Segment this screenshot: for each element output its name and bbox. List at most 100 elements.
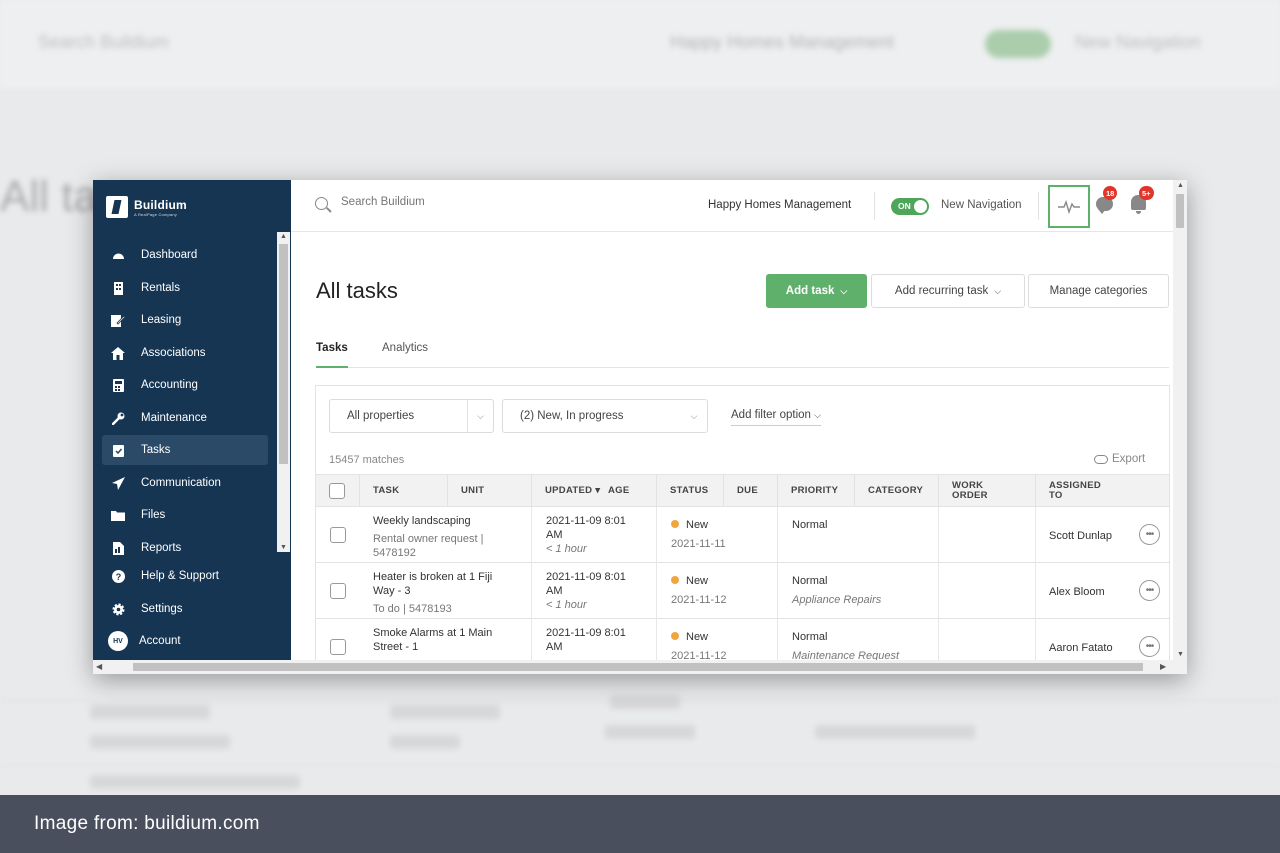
status-dot bbox=[671, 520, 679, 528]
sidebar-scrollbar[interactable]: ▲ ▼ bbox=[277, 232, 290, 552]
sidebar-item-reports[interactable]: Reports bbox=[102, 533, 268, 563]
column-header-work-order[interactable]: WORK ORDER bbox=[938, 475, 1035, 506]
sidebar-item-files[interactable]: Files bbox=[102, 500, 268, 530]
add-recurring-task-button[interactable]: Add recurring task ⌵ bbox=[871, 274, 1025, 308]
manage-categories-button[interactable]: Manage categories bbox=[1028, 274, 1169, 308]
sidebar-item-associations[interactable]: Associations bbox=[102, 338, 268, 368]
new-navigation-toggle[interactable]: ON bbox=[891, 198, 929, 215]
more-options-icon[interactable]: ••• bbox=[1139, 636, 1160, 657]
column-header-assigned-to[interactable]: ASSIGNED TO bbox=[1035, 475, 1169, 506]
table-header: TASK UNIT UPDATED ▾ AGE STATUS DUE PRIOR… bbox=[316, 474, 1169, 507]
scroll-right-arrow-icon[interactable]: ▶ bbox=[1160, 662, 1166, 671]
report-icon bbox=[111, 541, 125, 555]
task-subtitle: To do | 5478193 bbox=[373, 603, 452, 615]
priority-value: Normal bbox=[792, 631, 828, 643]
column-header-updated[interactable]: UPDATED ▾ bbox=[531, 475, 608, 506]
row-checkbox[interactable] bbox=[330, 639, 346, 655]
column-header-priority[interactable]: PRIORITY bbox=[777, 475, 854, 506]
updated-value: 2021-11-09 8:01 AM bbox=[546, 627, 626, 653]
scroll-down-arrow-icon[interactable]: ▼ bbox=[280, 544, 287, 551]
table-row[interactable]: Weekly landscaping Rental owner request … bbox=[316, 507, 1169, 563]
sidebar-item-settings[interactable]: Settings bbox=[102, 594, 268, 624]
bg-company-text: Happy Homes Management bbox=[670, 32, 895, 52]
top-bar: Happy Homes Management ON New Navigation… bbox=[291, 180, 1173, 232]
sidebar-item-label: Dashboard bbox=[141, 249, 198, 261]
scroll-up-arrow-icon[interactable]: ▲ bbox=[280, 233, 287, 240]
sidebar-item-help-support[interactable]: ? Help & Support bbox=[102, 561, 268, 591]
bg-new-navigation: New Navigation bbox=[1075, 32, 1202, 52]
status-select[interactable]: (2) New, In progress ⌵ bbox=[502, 399, 708, 433]
tab-analytics[interactable]: Analytics bbox=[382, 342, 428, 368]
scroll-down-arrow-icon[interactable]: ▼ bbox=[1177, 651, 1184, 658]
sidebar-item-dashboard[interactable]: Dashboard bbox=[102, 240, 268, 270]
sidebar-item-label: Settings bbox=[141, 603, 183, 615]
sidebar-item-communication[interactable]: Communication bbox=[102, 468, 268, 498]
scroll-left-arrow-icon[interactable]: ◀ bbox=[96, 662, 102, 671]
add-task-button[interactable]: Add task ⌵ bbox=[766, 274, 867, 308]
export-button[interactable]: Export bbox=[1094, 453, 1145, 465]
page-vertical-scrollbar[interactable]: ▲ ▼ bbox=[1173, 180, 1187, 660]
select-all-checkbox[interactable] bbox=[329, 482, 345, 499]
search-input[interactable] bbox=[341, 196, 601, 208]
chevron-down-icon: ⌵ bbox=[814, 410, 821, 420]
status-dot bbox=[671, 632, 679, 640]
company-name[interactable]: Happy Homes Management bbox=[708, 199, 851, 211]
priority-value: Normal bbox=[792, 519, 828, 531]
scroll-up-arrow-icon[interactable]: ▲ bbox=[1177, 182, 1184, 189]
image-caption-bar: Image from: buildium.com bbox=[0, 795, 1280, 853]
more-options-icon[interactable]: ••• bbox=[1139, 580, 1160, 601]
column-header-age[interactable]: AGE bbox=[608, 475, 656, 506]
bg-cell bbox=[90, 735, 230, 749]
sidebar-item-leasing[interactable]: Leasing bbox=[102, 305, 268, 335]
divider bbox=[1038, 192, 1039, 220]
scrollbar-thumb[interactable] bbox=[279, 244, 288, 464]
help-icon: ? bbox=[111, 569, 125, 583]
sidebar-item-rentals[interactable]: Rentals bbox=[102, 273, 268, 303]
tab-tasks[interactable]: Tasks bbox=[316, 342, 348, 368]
folder-icon bbox=[111, 508, 125, 522]
add-filter-option[interactable]: Add filter option ⌵ bbox=[731, 409, 821, 426]
sidebar-item-maintenance[interactable]: Maintenance bbox=[102, 403, 268, 433]
task-title[interactable]: Weekly landscaping bbox=[373, 514, 531, 528]
page-horizontal-scrollbar[interactable]: ◀ ▶ bbox=[93, 660, 1187, 674]
sidebar-item-account[interactable]: HV Account bbox=[102, 626, 268, 656]
bg-cell bbox=[390, 705, 500, 719]
work-order-cell bbox=[938, 507, 1035, 563]
category-value: Appliance Repairs bbox=[792, 594, 882, 606]
sort-down-icon: ▾ bbox=[595, 484, 601, 496]
more-options-icon[interactable]: ••• bbox=[1139, 524, 1160, 545]
sidebar-item-label: Tasks bbox=[141, 444, 171, 456]
column-header-due[interactable]: DUE bbox=[723, 475, 777, 506]
row-checkbox[interactable] bbox=[330, 583, 346, 599]
bg-cell bbox=[610, 695, 680, 709]
task-title[interactable]: Smoke Alarms at 1 Main Street - 1 bbox=[373, 626, 513, 654]
task-title[interactable]: Heater is broken at 1 Fiji Way - 3 bbox=[373, 570, 513, 598]
bg-cell bbox=[390, 735, 460, 749]
notification-badge: 5+ bbox=[1139, 186, 1154, 200]
column-header-status[interactable]: STATUS bbox=[656, 475, 723, 506]
bg-cell bbox=[90, 775, 300, 789]
brand-logo[interactable]: Buildium A RealPage Company bbox=[106, 196, 187, 218]
column-header-unit[interactable]: UNIT bbox=[447, 475, 531, 506]
column-header-task[interactable]: TASK bbox=[359, 475, 447, 506]
row-checkbox[interactable] bbox=[330, 527, 346, 543]
bg-search-text: Search Buildium bbox=[38, 32, 170, 52]
scrollbar-thumb[interactable] bbox=[1176, 194, 1184, 228]
properties-select[interactable]: All properties ⌵ bbox=[329, 399, 494, 433]
scrollbar-thumb[interactable] bbox=[133, 663, 1143, 671]
sidebar-item-label: Associations bbox=[141, 347, 206, 359]
pulse-icon bbox=[1058, 199, 1080, 214]
updated-value: 2021-11-09 8:01 AM bbox=[546, 515, 626, 541]
task-subtitle: Rental owner request | 5478192 bbox=[373, 533, 484, 559]
sidebar-item-label: Accounting bbox=[141, 379, 198, 391]
work-order-cell bbox=[938, 563, 1035, 619]
sidebar-item-tasks[interactable]: Tasks bbox=[102, 435, 268, 465]
column-header-category[interactable]: CATEGORY bbox=[854, 475, 938, 506]
page-title: All tasks bbox=[316, 278, 398, 303]
table-row[interactable]: Heater is broken at 1 Fiji Way - 3 To do… bbox=[316, 563, 1169, 619]
app-window: Buildium A RealPage Company Dashboard Re… bbox=[93, 180, 1187, 674]
image-caption: Image from: buildium.com bbox=[34, 813, 260, 834]
sidebar-item-accounting[interactable]: Accounting bbox=[102, 370, 268, 400]
sidebar-item-label: Files bbox=[141, 509, 166, 521]
activity-pulse-button[interactable] bbox=[1048, 185, 1090, 228]
